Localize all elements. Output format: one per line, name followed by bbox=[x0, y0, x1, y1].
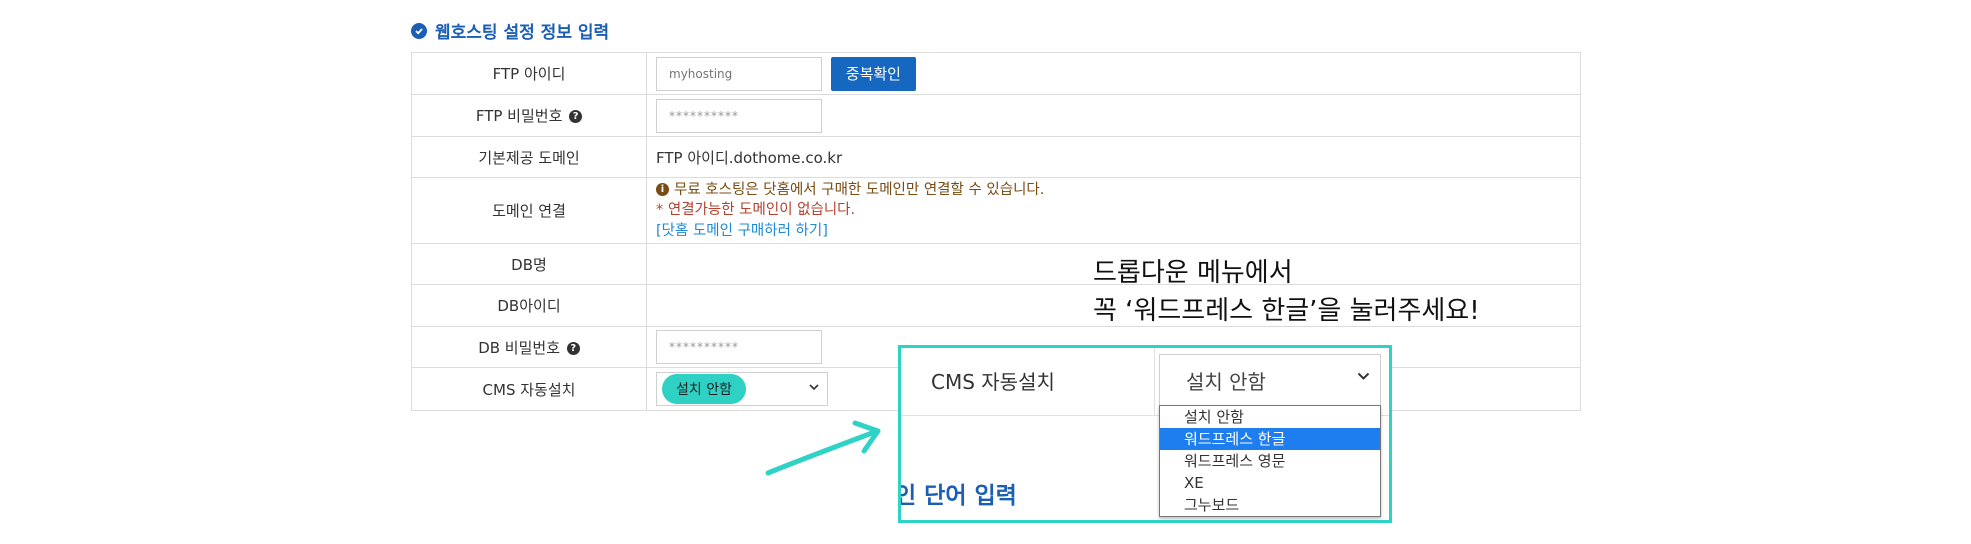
info-icon: i bbox=[656, 183, 669, 196]
zoomed-cms-dropdown: CMS 자동설치 인 단어 입력 설치 안함 설치 안함 워드프레스 한글 워드… bbox=[898, 345, 1392, 523]
option-no-install[interactable]: 설치 안함 bbox=[1160, 406, 1380, 428]
divider bbox=[1154, 348, 1155, 415]
ftp-id-input[interactable] bbox=[656, 56, 822, 91]
db-password-input[interactable]: ********** bbox=[656, 330, 822, 364]
check-circle-icon bbox=[411, 22, 427, 39]
cms-select[interactable]: 설치 안함 bbox=[656, 372, 828, 406]
row-ftp-password: FTP 비밀번호 ? ********** bbox=[411, 94, 1581, 137]
row-domain-link: 도메인 연결 i 무료 호스팅은 닷홈에서 구매한 도메인만 연결할 수 있습니… bbox=[411, 177, 1581, 244]
callout-line-1: 드롭다운 메뉴에서 bbox=[1093, 258, 1293, 288]
domain-link-label: 도메인 연결 bbox=[411, 177, 647, 244]
db-password-label: DB 비밀번호 bbox=[478, 338, 561, 357]
default-domain-label: 기본제공 도메인 bbox=[411, 136, 647, 178]
chevron-down-icon bbox=[809, 381, 819, 394]
arrow-icon bbox=[765, 420, 881, 476]
section-title: 웹호스팅 설정 정보 입력 bbox=[435, 23, 610, 43]
domain-warning: * 연결가능한 도메인이 없습니다. bbox=[656, 201, 856, 218]
row-ftp-id: FTP 아이디 중복확인 bbox=[411, 52, 1581, 95]
default-domain-value: FTP 아이디.dothome.co.kr bbox=[646, 136, 1581, 178]
option-wordpress-korean[interactable]: 워드프레스 한글 bbox=[1160, 428, 1380, 450]
option-wordpress-english[interactable]: 워드프레스 영문 bbox=[1160, 450, 1380, 472]
domain-notice-text: 무료 호스팅은 닷홈에서 구매한 도메인만 연결할 수 있습니다. bbox=[674, 181, 1045, 198]
zoom-selected-value: 설치 안함 bbox=[1186, 369, 1266, 394]
domain-notice: i 무료 호스팅은 닷홈에서 구매한 도메인만 연결할 수 있습니다. bbox=[656, 180, 1580, 200]
help-icon[interactable]: ? bbox=[566, 341, 580, 355]
zoom-partial-text: 인 단어 입력 bbox=[898, 483, 1017, 509]
zoom-cms-label: CMS 자동설치 bbox=[931, 370, 1055, 394]
db-name-label: DB명 bbox=[411, 243, 647, 285]
instruction-callout: 드롭다운 메뉴에서 꼭 ‘워드프레스 한글’을 눌러주세요! bbox=[1093, 254, 1480, 330]
ftp-id-label: FTP 아이디 bbox=[411, 52, 647, 95]
cms-selected-value: 설치 안함 bbox=[662, 374, 746, 404]
page: 웹호스팅 설정 정보 입력 FTP 아이디 중복확인 FTP 비밀번호 ? **… bbox=[0, 0, 1971, 544]
ftp-password-input[interactable]: ********** bbox=[656, 98, 822, 133]
chevron-down-icon bbox=[1357, 369, 1370, 385]
buy-domain-link[interactable]: [닷홈 도메인 구매하러 하기] bbox=[656, 221, 1580, 242]
callout-line-2: 꼭 ‘워드프레스 한글’을 눌러주세요! bbox=[1093, 296, 1480, 326]
option-xe[interactable]: XE bbox=[1160, 472, 1380, 494]
duplicate-check-button[interactable]: 중복확인 bbox=[830, 56, 916, 91]
ftp-password-label: FTP 비밀번호 bbox=[475, 107, 563, 125]
option-gnuboard[interactable]: 그누보드 bbox=[1160, 494, 1380, 516]
cms-label: CMS 자동설치 bbox=[411, 367, 647, 411]
zoom-cms-select[interactable]: 설치 안함 bbox=[1159, 354, 1381, 406]
row-default-domain: 기본제공 도메인 FTP 아이디.dothome.co.kr bbox=[411, 136, 1581, 178]
section-header: 웹호스팅 설정 정보 입력 bbox=[411, 18, 609, 43]
db-id-label: DB아이디 bbox=[411, 284, 647, 327]
help-icon[interactable]: ? bbox=[569, 110, 583, 123]
cms-options-list: 설치 안함 워드프레스 한글 워드프레스 영문 XE 그누보드 bbox=[1159, 405, 1381, 517]
